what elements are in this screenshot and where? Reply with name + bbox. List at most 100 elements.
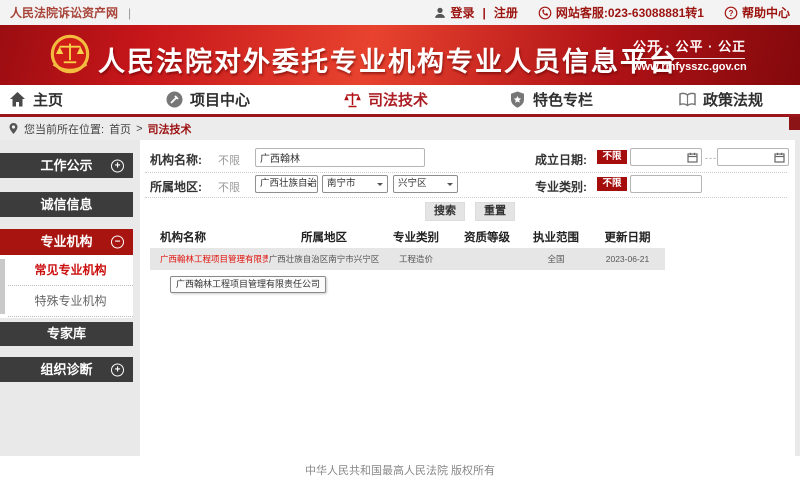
court-emblem-logo bbox=[44, 29, 96, 81]
category-unlimited-button[interactable]: 不限 bbox=[597, 177, 627, 191]
topbar-divider: | bbox=[128, 6, 131, 20]
cell-updated: 2023-06-21 bbox=[590, 254, 665, 264]
breadcrumb-separator: > bbox=[136, 123, 142, 135]
nav-item-featured[interactable]: 特色专栏 bbox=[508, 85, 593, 114]
register-link[interactable]: 注册 bbox=[494, 4, 518, 21]
col-header-scope: 执业范围 bbox=[522, 229, 590, 245]
reset-button[interactable]: 重置 bbox=[475, 202, 515, 221]
col-header-updated: 更新日期 bbox=[590, 229, 665, 245]
platform-title: 人民法院对外委托专业机构专业人员信息平台 bbox=[98, 40, 678, 79]
nav-label: 项目中心 bbox=[190, 89, 250, 110]
col-header-region: 所属地区 bbox=[268, 229, 380, 245]
city-value: 南宁市 bbox=[327, 178, 356, 189]
top-utility-bar: 人民法院诉讼资产网 | 登录 | 注册 网站客服:023-63088881转1 … bbox=[0, 0, 800, 25]
submenu-item-common-orgs[interactable]: 常见专业机构 bbox=[8, 255, 133, 286]
col-header-org-name: 机构名称 bbox=[150, 229, 268, 245]
badge-star-icon bbox=[508, 90, 527, 109]
province-value: 广西壮族自治 bbox=[260, 178, 317, 189]
sidebar-item-label: 组织诊断 bbox=[40, 357, 92, 382]
results-table: 机构名称 所属地区 专业类别 资质等级 执业范围 更新日期 广西翰林工程项目管理… bbox=[150, 225, 665, 270]
org-name-link[interactable]: 广西翰林工程项目管理有限责任... bbox=[150, 253, 268, 265]
site-name[interactable]: 人民法院诉讼资产网 bbox=[10, 4, 118, 21]
nav-item-home[interactable]: 主页 bbox=[8, 85, 63, 114]
scales-icon bbox=[343, 90, 362, 109]
login-register-divider: | bbox=[483, 6, 486, 20]
date-range-separator: --- bbox=[705, 153, 717, 163]
category-label: 专业类别: bbox=[535, 178, 587, 195]
nav-label: 司法技术 bbox=[368, 89, 428, 110]
nav-label: 政策法规 bbox=[703, 89, 763, 110]
sidebar-item-integrity-info[interactable]: 诚信信息 bbox=[0, 192, 133, 217]
form-separator bbox=[145, 197, 787, 198]
slogan-text: 公开 · 公平 · 公正 bbox=[633, 36, 745, 55]
main-nav: 主页 项目中心 司法技术 特色专栏 政策法规 bbox=[0, 85, 800, 117]
founded-date-label: 成立日期: bbox=[535, 151, 587, 168]
help-link[interactable]: 帮助中心 bbox=[742, 4, 790, 21]
form-separator bbox=[145, 172, 787, 173]
nav-label: 特色专栏 bbox=[533, 89, 593, 110]
cell-region: 广西壮族自治区南宁市兴宁区 bbox=[268, 253, 380, 265]
plus-circle-icon[interactable]: + bbox=[111, 159, 124, 172]
help-group: ? 帮助中心 bbox=[724, 4, 790, 21]
nav-item-policies[interactable]: 政策法规 bbox=[678, 85, 763, 114]
table-row: 广西翰林工程项目管理有限责任... 广西壮族自治区南宁市兴宁区 工程造价 全国 … bbox=[150, 248, 665, 270]
user-icon bbox=[433, 6, 447, 20]
main-panel: 机构名称: 不限 成立日期: 不限 --- 所属地区: 不限 广西壮族自治 南宁… bbox=[140, 140, 795, 456]
submenu-item-special-orgs[interactable]: 特殊专业机构 bbox=[8, 286, 133, 317]
org-name-tooltip: 广西翰林工程项目管理有限责任公司 bbox=[170, 276, 326, 293]
sidebar-item-org-diagnosis[interactable]: 组织诊断 + bbox=[0, 357, 133, 382]
service-group: 网站客服:023-63088881转1 bbox=[538, 4, 704, 21]
plus-circle-icon[interactable]: + bbox=[111, 363, 124, 376]
district-value: 兴宁区 bbox=[398, 178, 427, 189]
corner-decoration bbox=[789, 117, 800, 130]
district-select[interactable]: 兴宁区 bbox=[393, 175, 458, 193]
breadcrumb-home[interactable]: 首页 bbox=[109, 121, 131, 137]
breadcrumb-current: 司法技术 bbox=[148, 121, 192, 137]
sidebar-submenu: 常见专业机构 特殊专业机构 bbox=[0, 255, 133, 318]
site-url: www.rmfysszc.gov.cn bbox=[633, 61, 745, 73]
sidebar-item-work-publicity[interactable]: 工作公示 + bbox=[0, 153, 133, 178]
region-label: 所属地区: bbox=[150, 178, 202, 195]
sidebar-item-label: 专家库 bbox=[47, 322, 86, 346]
sidebar-item-label: 诚信信息 bbox=[40, 192, 92, 217]
org-name-input[interactable] bbox=[255, 148, 425, 167]
calendar-icon[interactable] bbox=[774, 152, 785, 163]
minus-circle-icon[interactable]: − bbox=[111, 236, 124, 249]
nav-item-judicial-tech[interactable]: 司法技术 bbox=[343, 85, 428, 114]
svg-text:?: ? bbox=[729, 9, 734, 18]
home-icon bbox=[8, 90, 27, 109]
topbar-right: 登录 | 注册 网站客服:023-63088881转1 ? 帮助中心 bbox=[433, 4, 791, 21]
col-header-category: 专业类别 bbox=[380, 229, 452, 245]
sidebar-item-professional-orgs[interactable]: 专业机构 − bbox=[0, 229, 133, 255]
nav-item-project-center[interactable]: 项目中心 bbox=[165, 85, 250, 114]
sidebar-item-expert-library[interactable]: 专家库 bbox=[0, 322, 133, 346]
calendar-icon[interactable] bbox=[687, 152, 698, 163]
category-input[interactable] bbox=[630, 175, 702, 193]
banner-right-block: 公开 · 公平 · 公正 www.rmfysszc.gov.cn bbox=[633, 36, 745, 73]
city-select[interactable]: 南宁市 bbox=[322, 175, 388, 193]
login-group: 登录 | 注册 bbox=[433, 4, 518, 21]
location-pin-icon bbox=[8, 122, 19, 135]
org-name-unlimited[interactable]: 不限 bbox=[218, 152, 240, 168]
content-area: 工作公示 + 诚信信息 专业机构 − 常见专业机构 特殊专业机构 专家库 组织诊… bbox=[0, 140, 800, 456]
book-icon bbox=[678, 90, 697, 109]
help-icon: ? bbox=[724, 6, 738, 20]
slogan-divider bbox=[633, 58, 745, 59]
project-center-icon bbox=[165, 90, 184, 109]
page: 人民法院诉讼资产网 | 登录 | 注册 网站客服:023-63088881转1 … bbox=[0, 0, 800, 484]
table-header-row: 机构名称 所属地区 专业类别 资质等级 执业范围 更新日期 bbox=[150, 225, 665, 248]
founded-to-input[interactable] bbox=[717, 148, 789, 166]
founded-unlimited-button[interactable]: 不限 bbox=[597, 150, 627, 164]
login-link[interactable]: 登录 bbox=[451, 4, 475, 21]
founded-from-input[interactable] bbox=[630, 148, 702, 166]
province-select[interactable]: 广西壮族自治 bbox=[255, 175, 318, 193]
nav-label: 主页 bbox=[33, 89, 63, 110]
cell-scope: 全国 bbox=[522, 253, 590, 265]
sidebar-item-label: 工作公示 bbox=[40, 153, 92, 178]
region-unlimited[interactable]: 不限 bbox=[218, 179, 240, 195]
site-banner: 人民法院对外委托专业机构专业人员信息平台 公开 · 公平 · 公正 www.rm… bbox=[0, 25, 800, 85]
footer-copyright: 中华人民共和国最高人民法院 版权所有 bbox=[0, 456, 800, 484]
search-button[interactable]: 搜索 bbox=[425, 202, 465, 221]
service-hotline: 网站客服:023-63088881转1 bbox=[556, 4, 704, 21]
col-header-level: 资质等级 bbox=[452, 229, 522, 245]
